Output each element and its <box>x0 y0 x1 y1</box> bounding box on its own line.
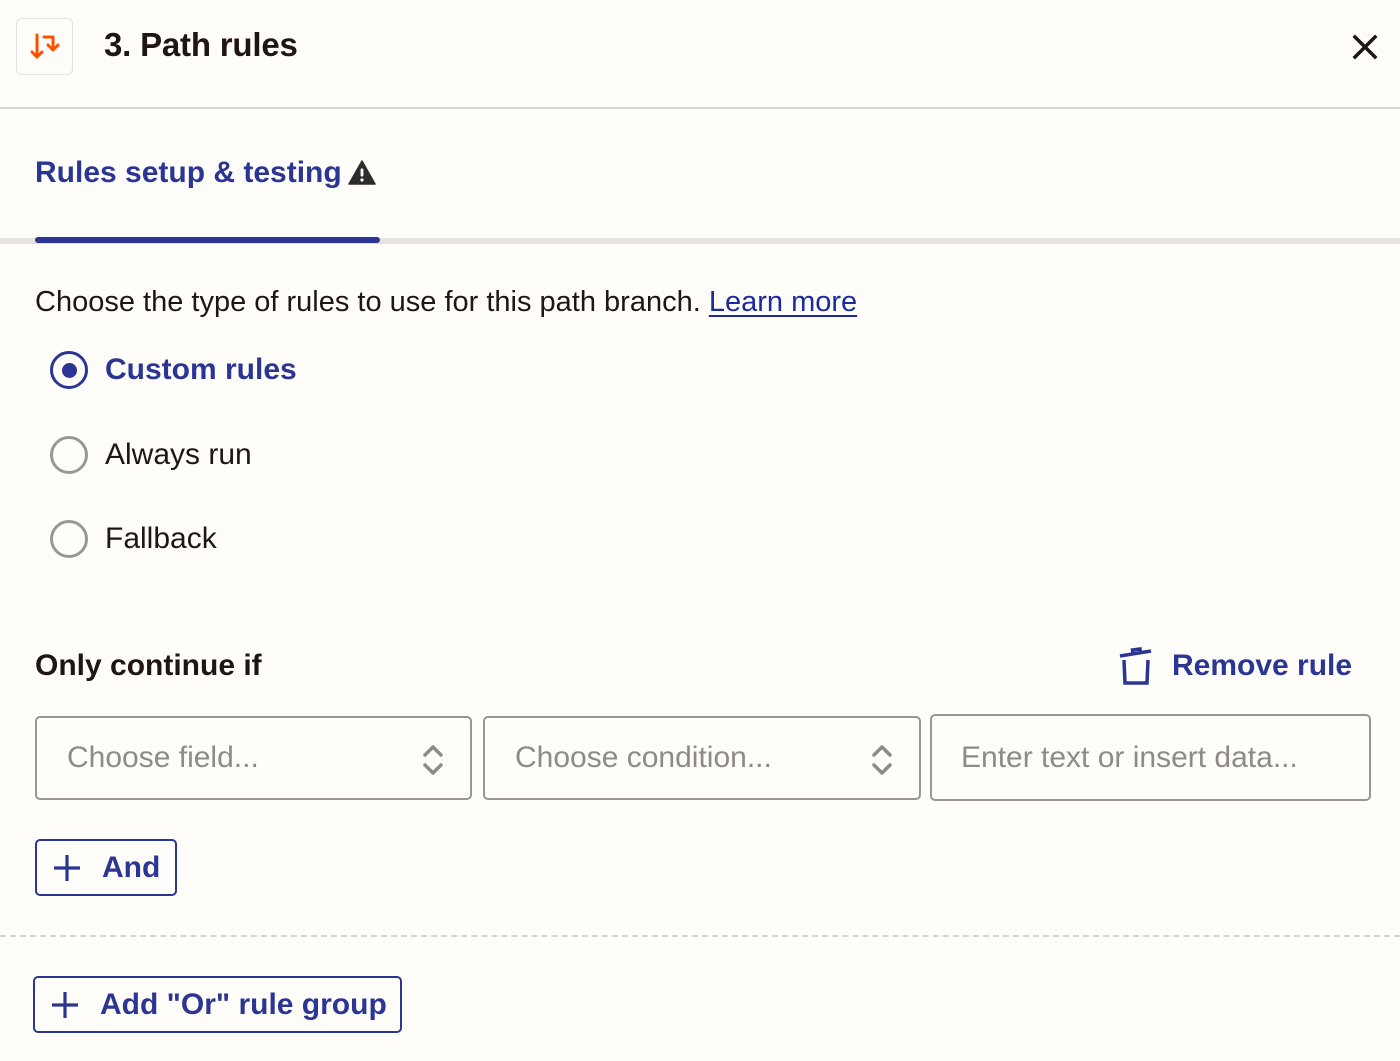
add-or-rule-group-button[interactable]: Add "Or" rule group <box>33 976 402 1033</box>
choose-condition-select[interactable]: Choose condition... <box>483 716 921 800</box>
active-tab-indicator <box>35 237 380 243</box>
plus-icon <box>52 991 78 1018</box>
rule-group-divider <box>0 935 1400 937</box>
remove-rule-label: Remove rule <box>1172 649 1353 682</box>
path-rules-app-icon <box>16 18 73 75</box>
only-continue-if-heading: Only continue if <box>35 649 262 682</box>
add-and-condition-button[interactable]: And <box>35 839 177 896</box>
value-input[interactable] <box>930 714 1371 801</box>
panel-title: 3. Path rules <box>104 26 298 63</box>
radio-always-run[interactable]: Always run <box>50 436 252 474</box>
close-icon <box>1352 34 1378 60</box>
close-button[interactable] <box>1348 30 1382 64</box>
radio-label: Fallback <box>105 522 217 555</box>
choose-field-select[interactable]: Choose field... <box>35 716 472 800</box>
or-button-label: Add "Or" rule group <box>100 987 387 1021</box>
radio-button[interactable] <box>50 436 88 474</box>
field-placeholder: Choose field... <box>67 741 259 774</box>
tab-rules-setup-testing[interactable]: Rules setup & testing <box>35 156 376 244</box>
radio-button[interactable] <box>50 520 88 558</box>
trash-icon <box>1119 647 1152 685</box>
tab-label: Rules setup & testing <box>35 156 342 189</box>
radio-fallback[interactable]: Fallback <box>50 520 217 558</box>
select-stepper-icon <box>872 745 892 775</box>
radio-label: Always run <box>105 438 252 471</box>
and-button-label: And <box>102 850 161 884</box>
radio-label: Custom rules <box>105 353 297 386</box>
radio-button-checked[interactable] <box>50 351 88 389</box>
remove-rule-button[interactable]: Remove rule <box>1118 646 1352 686</box>
description-text: Choose the type of rules to use for this… <box>35 286 709 318</box>
plus-icon <box>54 854 80 881</box>
learn-more-link[interactable]: Learn more <box>709 286 857 318</box>
condition-placeholder: Choose condition... <box>515 741 772 774</box>
rule-type-description: Choose the type of rules to use for this… <box>35 286 857 319</box>
radio-custom-rules[interactable]: Custom rules <box>50 351 297 389</box>
path-branch-arrows-icon <box>30 33 59 58</box>
select-stepper-icon <box>423 745 443 775</box>
warning-triangle-icon <box>347 160 376 185</box>
panel-header: 3. Path rules <box>0 0 1400 109</box>
